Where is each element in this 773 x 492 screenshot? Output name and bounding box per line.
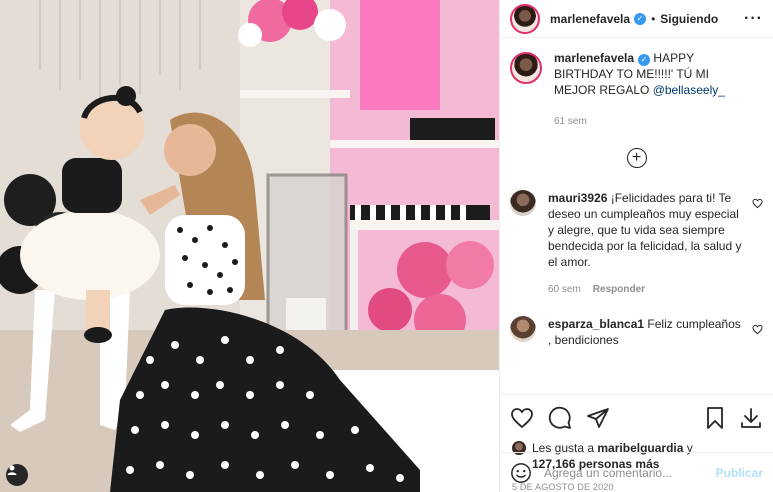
bookmark-icon[interactable] <box>703 406 727 430</box>
user-tag-icon[interactable] <box>6 464 28 486</box>
instagram-post: marlenefavela ✓ • Siguiendo ··· marlenef… <box>0 0 773 492</box>
comment-item: mauri3926 ¡Felicidades para ti! Te deseo… <box>510 190 763 298</box>
more-options-icon[interactable]: ··· <box>744 10 763 28</box>
comment-input[interactable] <box>544 465 716 480</box>
author-username[interactable]: marlenefavela <box>550 12 630 26</box>
comment-like-heart-icon[interactable] <box>752 198 763 209</box>
caption: marlenefavela ✓ HAPPY BIRTHDAY TO ME!!!!!… <box>510 51 763 130</box>
author-avatar[interactable] <box>510 3 540 34</box>
caption-username[interactable]: marlenefavela <box>554 51 634 65</box>
comments-section: marlenefavela ✓ HAPPY BIRTHDAY TO ME!!!!!… <box>500 38 773 394</box>
caption-mention-link[interactable]: @bellaseely_ <box>653 83 725 97</box>
add-comment-bar: Publicar <box>500 452 773 492</box>
comment-like-heart-icon[interactable] <box>752 324 763 335</box>
emoji-icon[interactable] <box>510 462 532 484</box>
comment-username[interactable]: esparza_blanca1 <box>548 317 644 331</box>
caption-verified-badge-icon: ✓ <box>638 54 651 66</box>
load-more-comments: + <box>510 148 763 168</box>
verified-badge-icon: ✓ <box>634 12 647 25</box>
caption-avatar[interactable] <box>510 52 542 84</box>
commenter-avatar[interactable] <box>510 316 536 342</box>
download-icon[interactable] <box>739 406 763 430</box>
comment-icon[interactable] <box>548 406 572 430</box>
heart-icon[interactable] <box>510 406 534 430</box>
comment-item: esparza_blanca1 Feliz cumpleaños , bendi… <box>510 316 763 348</box>
follow-state-button[interactable]: Siguiendo <box>660 12 718 26</box>
post-photo[interactable] <box>0 0 499 492</box>
publish-button[interactable]: Publicar <box>716 466 763 480</box>
plus-circle-icon[interactable]: + <box>626 148 647 168</box>
post-details-panel: marlenefavela ✓ • Siguiendo ··· marlenef… <box>499 0 773 492</box>
caption-age[interactable]: 61 sem <box>554 116 587 127</box>
reply-button[interactable]: Responder <box>593 284 645 295</box>
commenter-avatar[interactable] <box>510 190 536 216</box>
post-actions-bar <box>500 394 773 440</box>
header-separator: • <box>651 11 656 26</box>
comment-age[interactable]: 60 sem <box>548 284 581 295</box>
comment-username[interactable]: mauri3926 <box>548 191 607 205</box>
share-icon[interactable] <box>586 406 610 430</box>
post-header: marlenefavela ✓ • Siguiendo ··· <box>500 0 773 38</box>
photo-illustration <box>0 0 499 492</box>
